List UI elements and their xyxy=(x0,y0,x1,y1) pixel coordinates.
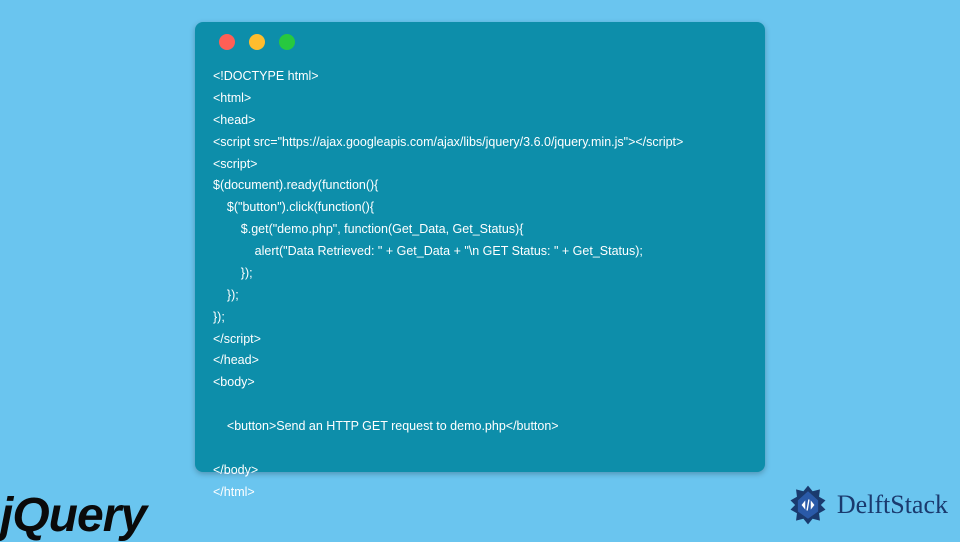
code-window: <!DOCTYPE html> <html> <head> <script sr… xyxy=(195,22,765,472)
delftstack-text: DelftStack xyxy=(837,490,948,520)
minimize-icon[interactable] xyxy=(249,34,265,50)
jquery-logo-text: jQuery xyxy=(0,489,146,542)
close-icon[interactable] xyxy=(219,34,235,50)
window-traffic-lights xyxy=(219,34,747,50)
jquery-logo: jQuery xyxy=(0,492,146,540)
delftstack-icon xyxy=(785,482,831,528)
maximize-icon[interactable] xyxy=(279,34,295,50)
code-block: <!DOCTYPE html> <html> <head> <script sr… xyxy=(213,66,747,504)
delftstack-logo: DelftStack xyxy=(785,482,948,528)
